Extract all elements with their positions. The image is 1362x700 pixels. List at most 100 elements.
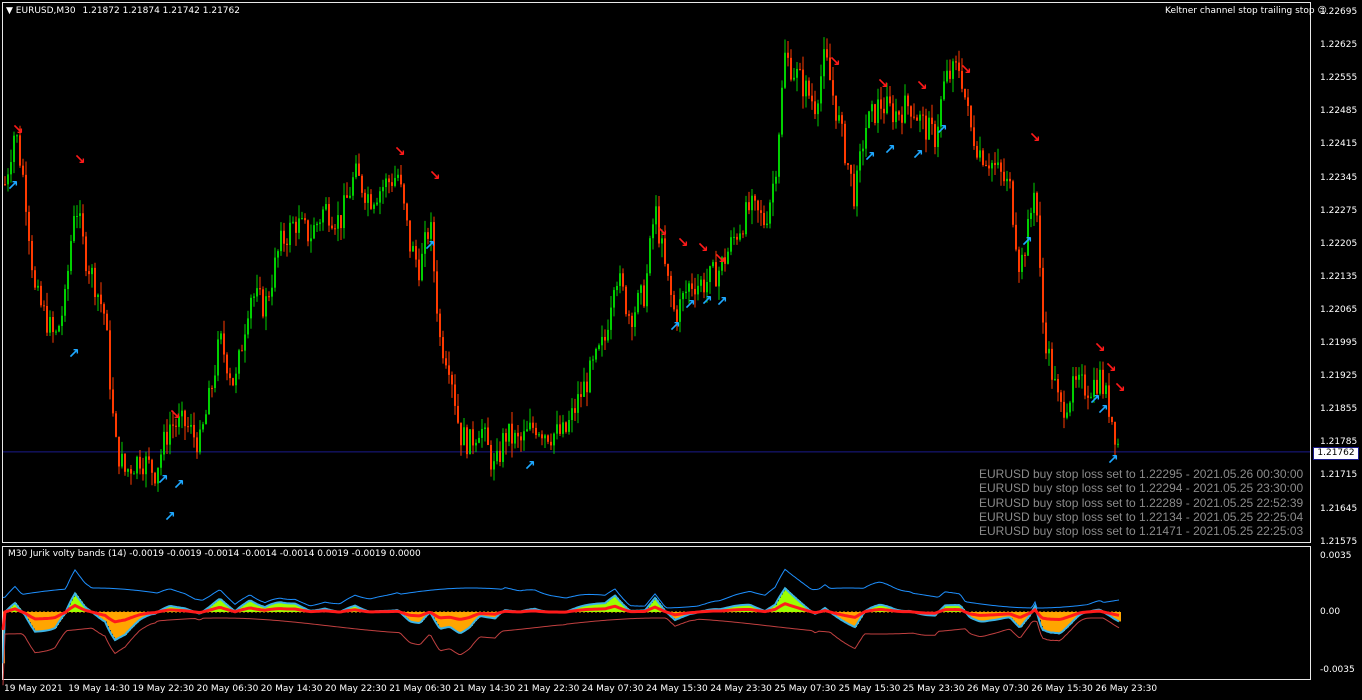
candle-body bbox=[727, 251, 729, 264]
price-tick: 1.22625 bbox=[1320, 40, 1358, 51]
candle-body bbox=[823, 49, 825, 77]
candle-body bbox=[475, 442, 477, 446]
candle-body bbox=[118, 436, 120, 467]
histogram-bar bbox=[459, 612, 461, 633]
candle-body bbox=[1006, 178, 1008, 182]
candle-body bbox=[589, 360, 591, 393]
candle-body bbox=[499, 450, 501, 462]
candle-body bbox=[514, 432, 516, 444]
candle-body bbox=[352, 177, 354, 196]
candle-body bbox=[13, 135, 15, 163]
buy-arrow-icon: ↗ bbox=[1021, 234, 1033, 250]
candle-body bbox=[763, 212, 765, 226]
candle-body bbox=[91, 267, 93, 275]
candle-body bbox=[457, 405, 459, 423]
candle-body bbox=[484, 427, 486, 429]
candle-body bbox=[421, 253, 423, 281]
price-chart[interactable]: ↘↘↘↘↘↘↘ ↘↘↘↘ ↘↘↘↘↘↘↗↗↗ ↗↗↗↗↗↗ ↗ ↗↗ ↗ ↗↗↗↗↗↗ bbox=[0, 0, 1362, 700]
time-tick: 24 May 07:30 bbox=[581, 684, 644, 694]
candle-body bbox=[814, 101, 816, 115]
sell-arrow-icon: ↘ bbox=[916, 78, 928, 94]
histogram-bar bbox=[451, 612, 453, 628]
ohlc-values: 1.21872 1.21874 1.21742 1.21762 bbox=[82, 6, 240, 16]
buy-arrow-icon: ↗ bbox=[684, 297, 696, 313]
histogram-bar bbox=[447, 612, 449, 628]
triangle-down-icon[interactable]: ▼ bbox=[6, 6, 13, 16]
buy-arrow-icon: ↗ bbox=[424, 238, 436, 254]
candle-body bbox=[508, 423, 510, 442]
candle-body bbox=[169, 424, 171, 445]
histogram-bar bbox=[1053, 612, 1055, 633]
candle-body bbox=[1060, 392, 1062, 402]
candle-body bbox=[598, 345, 600, 350]
candle-body bbox=[799, 68, 801, 70]
price-tick: 1.21715 bbox=[1320, 470, 1358, 481]
indicator-name: Keltner channel stop trailing stop bbox=[1165, 6, 1315, 16]
candle-body bbox=[85, 236, 87, 272]
candle-body bbox=[568, 419, 570, 432]
candle-body bbox=[46, 305, 48, 333]
candle-body bbox=[955, 61, 957, 63]
histogram-bar bbox=[443, 612, 445, 629]
sell-arrow-icon: ↘ bbox=[714, 251, 726, 267]
candle-body bbox=[463, 427, 465, 446]
price-tick: 1.22135 bbox=[1320, 271, 1358, 282]
candle-body bbox=[31, 240, 33, 271]
candle-body bbox=[322, 209, 324, 223]
candle-body bbox=[490, 444, 492, 470]
candle-body bbox=[331, 225, 333, 229]
candle-body bbox=[1102, 369, 1104, 395]
time-tick: 21 May 14:30 bbox=[453, 684, 516, 694]
candle-body bbox=[634, 312, 636, 327]
candle-body bbox=[748, 202, 750, 211]
candle-body bbox=[1072, 376, 1074, 403]
price-tick: 1.21995 bbox=[1320, 338, 1358, 348]
candle-body bbox=[109, 330, 111, 390]
candle-body bbox=[1048, 348, 1050, 354]
candle-body bbox=[238, 350, 240, 374]
candle-body bbox=[826, 49, 828, 58]
histogram-bar bbox=[35, 612, 37, 632]
candle-body bbox=[232, 378, 234, 386]
sell-arrow-icon: ↘ bbox=[74, 152, 86, 168]
histogram-bar bbox=[115, 612, 117, 641]
candle-body bbox=[607, 329, 609, 341]
candle-body bbox=[904, 95, 906, 123]
candle-body bbox=[1051, 348, 1053, 380]
candle-body bbox=[613, 290, 615, 308]
candle-body bbox=[283, 230, 285, 244]
candle-body bbox=[19, 135, 21, 166]
candle-body bbox=[796, 68, 798, 78]
candle-body bbox=[88, 271, 90, 275]
candle-body bbox=[847, 163, 849, 165]
candle-body bbox=[778, 134, 780, 177]
candle-body bbox=[154, 472, 156, 484]
histogram-bar bbox=[467, 612, 469, 630]
histogram-bar bbox=[785, 588, 787, 612]
indicator-tick: 0.0035 bbox=[1320, 551, 1352, 561]
candle-body bbox=[556, 424, 558, 434]
histogram-bar bbox=[119, 612, 121, 638]
candle-body bbox=[376, 202, 378, 205]
buy-arrow-icon: ↗ bbox=[164, 509, 176, 525]
candle-body bbox=[415, 246, 417, 260]
candle-body bbox=[187, 426, 189, 428]
candle-body bbox=[436, 271, 438, 314]
candle-body bbox=[586, 381, 588, 393]
candle-body bbox=[544, 435, 546, 439]
candle-body bbox=[1024, 254, 1026, 256]
candle-body bbox=[538, 434, 540, 436]
price-tick: 1.22065 bbox=[1320, 304, 1358, 315]
candle-body bbox=[121, 453, 123, 467]
candle-body bbox=[505, 433, 507, 442]
candle-body bbox=[604, 336, 606, 341]
candle-body bbox=[97, 294, 99, 298]
candle-body bbox=[175, 425, 177, 427]
histogram-bar bbox=[249, 600, 251, 612]
candle-body bbox=[73, 216, 75, 242]
price-tick: 1.22345 bbox=[1320, 172, 1358, 183]
histogram-bar bbox=[789, 592, 791, 612]
histogram-bar bbox=[45, 612, 47, 631]
histogram-outline bbox=[2, 586, 1120, 664]
histogram-bar bbox=[783, 591, 785, 612]
